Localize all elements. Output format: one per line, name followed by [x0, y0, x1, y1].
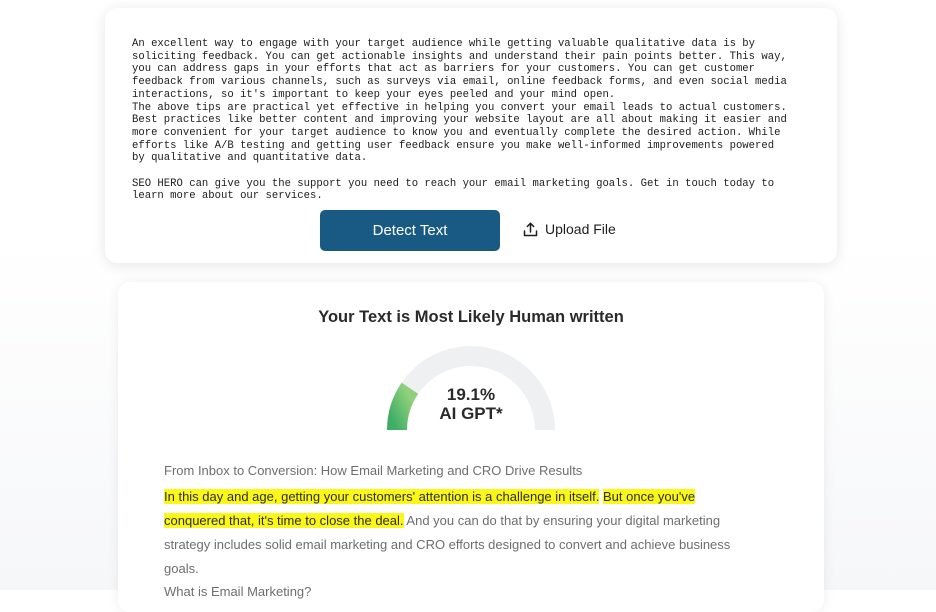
input-card: An excellent way to engage with your tar…: [105, 8, 837, 263]
article-heading: From Inbox to Conversion: How Email Mark…: [164, 463, 583, 478]
highlighted-sentence: conquered that, it's time to close the d…: [164, 513, 404, 528]
article-paragraph: In this day and age, getting your custom…: [164, 485, 764, 581]
analysis-text: From Inbox to Conversion: How Email Mark…: [164, 462, 764, 601]
ai-score-label: AI GPT*: [439, 404, 503, 423]
next-heading: What is Email Marketing?: [164, 584, 312, 599]
upload-icon: [523, 222, 538, 237]
highlighted-sentence: In this day and age, getting your custom…: [164, 489, 600, 504]
upload-file-button[interactable]: Upload File: [523, 218, 616, 240]
highlighted-sentence: But once you've: [602, 489, 696, 504]
upload-file-label: Upload File: [545, 221, 616, 237]
detect-text-button[interactable]: Detect Text: [320, 210, 500, 251]
result-card: Your Text is Most Likely Human written 1…: [118, 282, 824, 612]
result-title: Your Text is Most Likely Human written: [318, 308, 624, 326]
ai-score-percentage: 19.1%: [446, 385, 496, 404]
input-text-area[interactable]: An excellent way to engage with your tar…: [132, 38, 822, 203]
